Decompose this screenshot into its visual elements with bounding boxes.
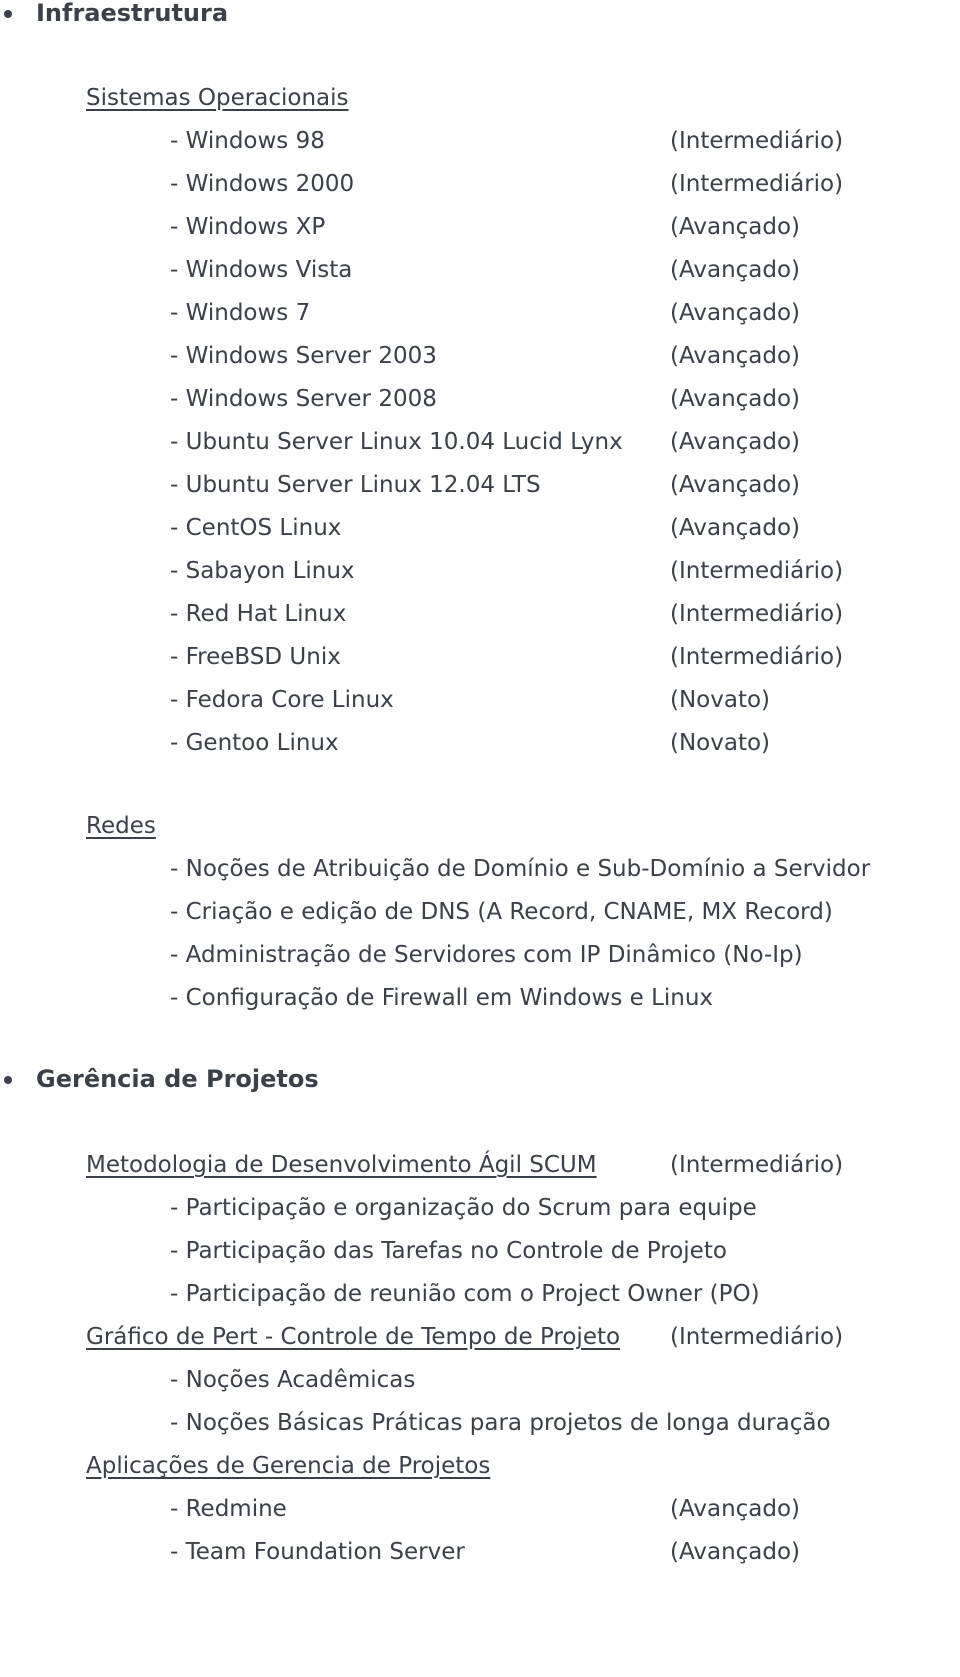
skill-level: (Avançado) bbox=[670, 300, 801, 326]
list-item: - Participação e organização do Scrum pa… bbox=[170, 1195, 757, 1221]
skill-level: (Avançado) bbox=[670, 343, 801, 369]
group-title-metodologia-scrum: Metodologia de Desenvolvimento Ágil SCUM bbox=[86, 1152, 597, 1178]
os-item-name: - Windows 2000 bbox=[170, 171, 355, 197]
skill-level: (Avançado) bbox=[670, 472, 801, 498]
skill-level: (Avançado) bbox=[670, 257, 801, 283]
os-item-name: - Windows Server 2003 bbox=[170, 343, 437, 369]
os-item-name: - Windows XP bbox=[170, 214, 326, 240]
list-item: - Noções de Atribuição de Domínio e Sub-… bbox=[170, 856, 871, 882]
list-item: - Redmine bbox=[170, 1496, 287, 1522]
group-title-sistemas-operacionais: Sistemas Operacionais bbox=[86, 85, 349, 111]
list-item: - Team Foundation Server bbox=[170, 1539, 465, 1565]
os-item-name: - FreeBSD Unix bbox=[170, 644, 341, 670]
skill-level: (Intermediário) bbox=[670, 1152, 844, 1178]
group-title-grafico-de-pert: Gráfico de Pert - Controle de Tempo de P… bbox=[86, 1324, 621, 1350]
skill-level: (Intermediário) bbox=[670, 1324, 844, 1350]
skill-level: (Avançado) bbox=[670, 515, 801, 541]
os-item-name: - Windows Vista bbox=[170, 257, 353, 283]
os-item-name: - Ubuntu Server Linux 10.04 Lucid Lynx bbox=[170, 429, 623, 455]
os-item-name: - CentOS Linux bbox=[170, 515, 342, 541]
os-item-name: - Fedora Core Linux bbox=[170, 687, 394, 713]
skill-level: (Avançado) bbox=[670, 1496, 801, 1522]
skill-level: (Intermediário) bbox=[670, 128, 844, 154]
list-item: - Participação de reunião com o Project … bbox=[170, 1281, 760, 1307]
group-title-aplicacoes-gerencia: Aplicações de Gerencia de Projetos bbox=[86, 1453, 491, 1479]
os-item-name: - Windows 98 bbox=[170, 128, 325, 154]
list-item: - Criação e edição de DNS (A Record, CNA… bbox=[170, 899, 833, 925]
list-item: - Administração de Servidores com IP Din… bbox=[170, 942, 803, 968]
os-item-name: - Ubuntu Server Linux 12.04 LTS bbox=[170, 472, 541, 498]
bullet-icon bbox=[4, 1076, 12, 1084]
list-item: - Noções Acadêmicas bbox=[170, 1367, 416, 1393]
skill-level: (Avançado) bbox=[670, 1539, 801, 1565]
skill-level: (Intermediário) bbox=[670, 171, 844, 197]
list-item: - Participação das Tarefas no Controle d… bbox=[170, 1238, 727, 1264]
skill-level: (Intermediário) bbox=[670, 601, 844, 627]
os-item-name: - Windows Server 2008 bbox=[170, 386, 437, 412]
skill-level: (Avançado) bbox=[670, 214, 801, 240]
skill-level: (Intermediário) bbox=[670, 558, 844, 584]
group-title-redes: Redes bbox=[86, 813, 156, 839]
list-item: - Configuração de Firewall em Windows e … bbox=[170, 985, 714, 1011]
skill-level: (Avançado) bbox=[670, 429, 801, 455]
bullet-icon bbox=[4, 10, 12, 18]
skill-level: (Novato) bbox=[670, 687, 771, 713]
section-title-gerencia-de-projetos: Gerência de Projetos bbox=[36, 1065, 319, 1093]
os-item-name: - Windows 7 bbox=[170, 300, 311, 326]
list-item: - Noções Básicas Práticas para projetos … bbox=[170, 1410, 831, 1436]
skill-level: (Novato) bbox=[670, 730, 771, 756]
os-item-name: - Sabayon Linux bbox=[170, 558, 355, 584]
os-item-name: - Gentoo Linux bbox=[170, 730, 339, 756]
os-item-name: - Red Hat Linux bbox=[170, 601, 347, 627]
skill-level: (Avançado) bbox=[670, 386, 801, 412]
skill-level: (Intermediário) bbox=[670, 644, 844, 670]
section-title-infraestrutura: Infraestrutura bbox=[36, 0, 229, 27]
